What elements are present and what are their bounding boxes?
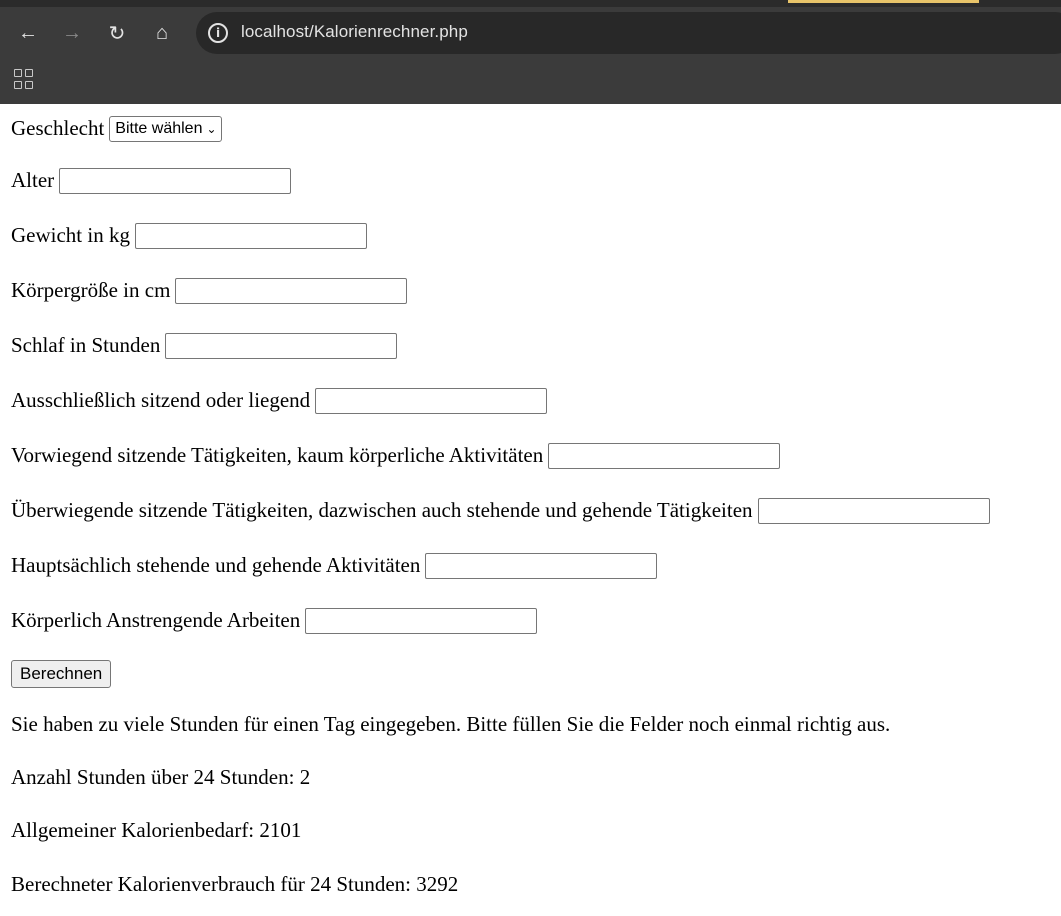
age-label: Alter xyxy=(11,168,55,193)
sitting-lying-label: Ausschließlich sitzend oder liegend xyxy=(11,388,311,413)
browser-chrome: ← → ↻ ⌂ i localhost/Kalorienrechner.php xyxy=(0,0,1061,104)
calculated-calorie-usage: Berechneter Kalorienverbrauch für 24 Stu… xyxy=(11,871,459,896)
home-icon[interactable]: ⌂ xyxy=(145,16,179,50)
info-icon[interactable]: i xyxy=(208,23,228,43)
page-content: Geschlecht Bitte wählen ⌄ Alter Gewicht … xyxy=(0,104,1061,897)
mostly-sitting-label: Vorwiegend sitzende Tätigkeiten, kaum kö… xyxy=(11,443,544,468)
age-input[interactable] xyxy=(59,168,292,194)
weight-input[interactable] xyxy=(134,223,367,249)
gender-select[interactable]: Bitte wählen ⌄ xyxy=(109,116,222,142)
back-icon[interactable]: ← xyxy=(11,16,45,50)
general-calorie-need: Allgemeiner Kalorienbedarf: 2101 xyxy=(11,818,302,843)
strenuous-work-row: Körperlich Anstrengende Arbeiten xyxy=(11,608,1050,634)
sitting-standing-row: Überwiegende sitzende Tätigkeiten, dazwi… xyxy=(11,498,1050,524)
active-tab-indicator xyxy=(788,0,979,3)
sitting-lying-row: Ausschließlich sitzend oder liegend xyxy=(11,388,1050,414)
sleep-row: Schlaf in Stunden xyxy=(11,333,1050,359)
error-message: Sie haben zu viele Stunden für einen Tag… xyxy=(11,712,891,736)
gender-row: Geschlecht Bitte wählen ⌄ xyxy=(11,116,1050,142)
browser-toolbar: ← → ↻ ⌂ i localhost/Kalorienrechner.php xyxy=(0,12,1061,54)
height-label: Körpergröße in cm xyxy=(11,278,171,303)
sitting-lying-input[interactable] xyxy=(315,388,548,414)
mostly-sitting-input[interactable] xyxy=(548,443,781,469)
mostly-sitting-row: Vorwiegend sitzende Tätigkeiten, kaum kö… xyxy=(11,443,1050,469)
height-input[interactable] xyxy=(175,278,408,304)
gender-label: Geschlecht xyxy=(11,116,105,141)
standing-walking-row: Hauptsächlich stehende und gehende Aktiv… xyxy=(11,553,1050,579)
weight-row: Gewicht in kg xyxy=(11,223,1050,249)
gender-selected-value: Bitte wählen xyxy=(115,120,203,138)
apps-icon[interactable] xyxy=(14,69,34,89)
strenuous-work-label: Körperlich Anstrengende Arbeiten xyxy=(11,608,301,633)
sitting-standing-label: Überwiegende sitzende Tätigkeiten, dazwi… xyxy=(11,498,753,523)
chevron-down-icon: ⌄ xyxy=(206,121,217,136)
sleep-label: Schlaf in Stunden xyxy=(11,333,161,358)
age-row: Alter xyxy=(11,168,1050,194)
standing-walking-input[interactable] xyxy=(425,553,658,579)
weight-label: Gewicht in kg xyxy=(11,223,130,248)
reload-icon[interactable]: ↻ xyxy=(100,16,134,50)
standing-walking-label: Hauptsächlich stehende und gehende Aktiv… xyxy=(11,553,421,578)
forward-icon[interactable]: → xyxy=(55,16,89,50)
calculate-button[interactable]: Berechnen xyxy=(11,660,112,688)
url-text[interactable]: localhost/Kalorienrechner.php xyxy=(241,22,468,42)
sitting-standing-input[interactable] xyxy=(757,498,990,524)
over-hours-text: Anzahl Stunden über 24 Stunden: 2 xyxy=(11,765,311,790)
results: Sie haben zu viele Stunden für einen Tag… xyxy=(11,712,1050,897)
address-bar[interactable]: i localhost/Kalorienrechner.php xyxy=(196,12,1061,54)
strenuous-work-input[interactable] xyxy=(305,608,538,634)
sleep-input[interactable] xyxy=(165,333,398,359)
bookmarks-bar xyxy=(0,60,1061,98)
height-row: Körpergröße in cm xyxy=(11,278,1050,304)
submit-row: Berechnen xyxy=(11,660,1050,688)
